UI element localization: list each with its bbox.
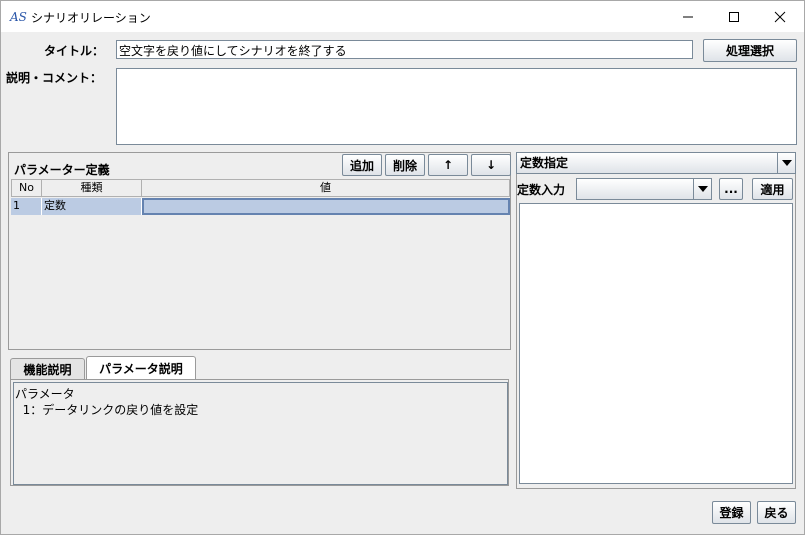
logo-text: AS: [9, 10, 27, 24]
maximize-icon: [729, 11, 739, 22]
apply-button[interactable]: 適用: [752, 178, 793, 200]
dropdown-arrow[interactable]: [777, 153, 795, 173]
description-tabs: 機能説明 パラメータ説明 パラメータ 1：データリンクの戻り値を設定: [8, 356, 511, 488]
parameter-table: No 種類 値 1 定数: [11, 179, 510, 349]
chevron-down-icon: [781, 160, 792, 166]
tab-parameter-description[interactable]: パラメータ説明: [86, 356, 196, 380]
description-text: パラメータ 1：データリンクの戻り値を設定: [13, 382, 508, 485]
select-process-button[interactable]: 処理選択: [703, 39, 797, 62]
parameter-panel: パラメーター定義 追加 削除 ↑ ↓ No 種類 値 1 定数: [8, 152, 511, 350]
column-header-kind[interactable]: 種類: [42, 179, 142, 197]
constant-mode-value: 定数指定: [520, 156, 569, 170]
register-button[interactable]: 登録: [712, 501, 751, 524]
back-button[interactable]: 戻る: [757, 501, 796, 524]
chevron-down-icon: [697, 186, 708, 192]
move-up-button[interactable]: ↑: [428, 154, 468, 176]
ellipsis-button[interactable]: ...: [719, 178, 743, 200]
cell-kind[interactable]: 定数: [42, 198, 142, 215]
title-label: タイトル：: [44, 44, 105, 58]
minimize-button[interactable]: [665, 1, 711, 32]
app-logo-icon: AS: [9, 10, 27, 24]
add-parameter-button[interactable]: 追加: [342, 154, 382, 176]
title-bar: AS シナリオリレーション: [1, 1, 804, 32]
constant-input-combo[interactable]: [576, 178, 712, 200]
constant-value-area[interactable]: [519, 203, 793, 484]
comment-textarea[interactable]: [116, 68, 797, 145]
description-panel: パラメータ 1：データリンクの戻り値を設定: [10, 379, 509, 486]
constant-mode-select[interactable]: 定数指定: [516, 152, 796, 174]
close-icon: [774, 11, 786, 22]
parameter-heading: パラメーター定義: [14, 163, 110, 177]
window-title: シナリオリレーション: [31, 11, 151, 25]
close-button[interactable]: [757, 1, 803, 32]
comment-label: 説明・コメント：: [6, 71, 103, 85]
maximize-button[interactable]: [711, 1, 757, 32]
cell-value[interactable]: [142, 198, 510, 215]
minimize-icon: [683, 16, 693, 17]
constant-input-label: 定数入力: [517, 183, 566, 197]
app-window: AS シナリオリレーション タイトル： 空文字を戻り値にしてシナリオを終了する …: [0, 0, 805, 535]
constant-panel: 定数指定 定数入力 ... 適用: [516, 152, 796, 489]
move-down-button[interactable]: ↓: [471, 154, 511, 176]
column-header-value[interactable]: 値: [142, 179, 510, 197]
delete-parameter-button[interactable]: 削除: [385, 154, 425, 176]
tab-function-description[interactable]: 機能説明: [10, 358, 85, 379]
column-header-no[interactable]: No: [11, 179, 42, 197]
table-row[interactable]: 1 定数: [11, 198, 510, 215]
cell-no[interactable]: 1: [11, 198, 42, 215]
title-input[interactable]: 空文字を戻り値にしてシナリオを終了する: [116, 40, 693, 59]
dropdown-arrow[interactable]: [693, 179, 711, 199]
